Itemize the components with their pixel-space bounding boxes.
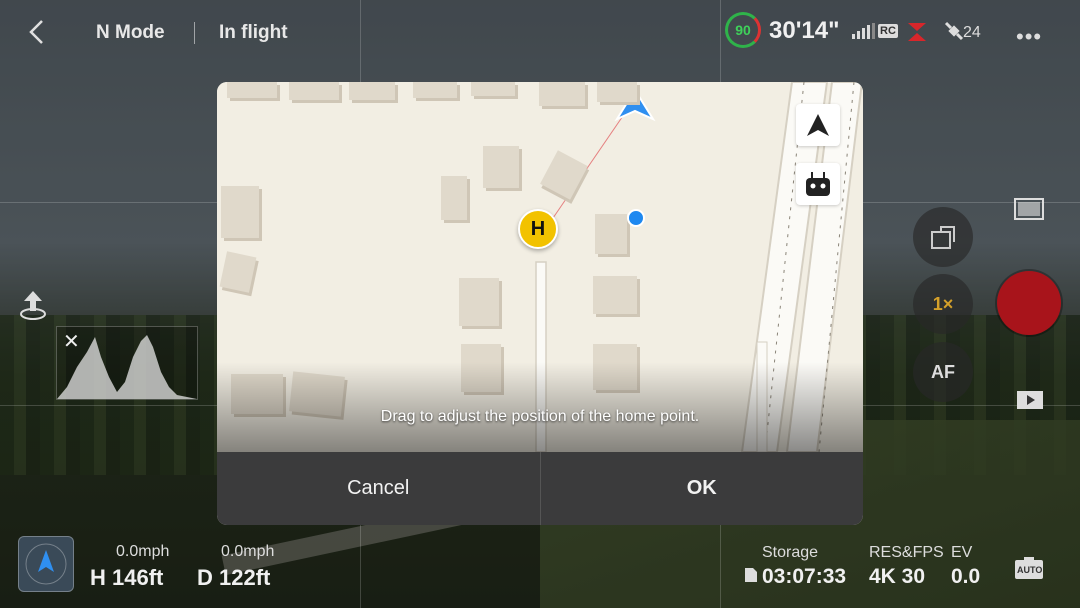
top-status-bar: N Mode In flight 90 30'14" RC 24 ••• <box>0 0 1080 64</box>
zoom-level: 1× <box>932 293 954 314</box>
remaining-flight-time: 30'14" <box>769 17 840 44</box>
building <box>349 82 395 100</box>
building <box>441 176 467 220</box>
building <box>595 214 627 254</box>
record-shutter-button[interactable] <box>997 271 1061 335</box>
playback-icon[interactable] <box>1016 390 1044 410</box>
battery-percent: 90 <box>735 22 751 38</box>
aircraft-heading-icon <box>25 543 67 585</box>
ok-button[interactable]: OK <box>539 452 864 525</box>
home-point-map[interactable]: H Drag to adjust the position of the hom… <box>217 82 863 452</box>
home-point-hint: Drag to adjust the position of the home … <box>380 408 700 425</box>
gimbal-icon <box>931 226 955 249</box>
signal-bars-icon <box>852 22 875 39</box>
more-options-icon[interactable]: ••• <box>1016 24 1042 50</box>
altitude-readout: H 146ft <box>90 565 164 590</box>
flight-mode-label[interactable]: N Mode <box>96 22 165 44</box>
remote-controller-icon <box>806 172 830 196</box>
ev-label: EV <box>951 544 973 561</box>
storage-value: 03:07:33 <box>762 565 847 588</box>
flight-status-label[interactable]: In flight <box>219 22 288 44</box>
building <box>471 82 515 96</box>
histogram-graph <box>57 335 197 399</box>
gimbal-reset-button[interactable] <box>913 207 973 267</box>
building <box>227 82 277 98</box>
hint-shade <box>217 362 863 452</box>
rc-signal[interactable]: RC <box>852 22 898 40</box>
building <box>289 82 339 100</box>
return-to-home-icon[interactable] <box>18 287 48 321</box>
user-location-dot <box>627 209 645 227</box>
zoom-button[interactable]: 1× <box>913 274 973 334</box>
distance-readout: D 122ft <box>197 565 271 590</box>
photo-video-mode-icon[interactable] <box>1014 198 1044 220</box>
building <box>221 186 259 238</box>
building <box>597 82 637 102</box>
focus-mode-button[interactable]: AF <box>913 342 973 402</box>
divider <box>194 22 195 44</box>
building <box>539 82 585 106</box>
back-arrow-icon[interactable] <box>26 18 46 46</box>
storage-label: Storage <box>762 544 819 561</box>
home-point-marker[interactable]: H <box>518 209 558 249</box>
obstacle-avoidance-icon[interactable] <box>906 20 928 44</box>
aircraft-locate-button[interactable] <box>796 104 840 146</box>
vertical-speed: 0.0mph <box>116 543 170 560</box>
mini-map[interactable] <box>18 536 74 592</box>
res-fps-label: RES&FPS <box>869 544 944 561</box>
focus-mode-label: AF <box>931 361 955 382</box>
satellite-count: 24 <box>963 24 981 41</box>
histogram-panel: ✕ <box>56 326 198 400</box>
cancel-button[interactable]: Cancel <box>217 452 540 525</box>
building <box>483 146 519 188</box>
remote-controller-locate-button[interactable] <box>796 163 840 205</box>
battery-indicator[interactable]: 90 <box>725 12 761 48</box>
res-fps-value: 4K 30 <box>869 565 926 588</box>
home-point-dialog: H Drag to adjust the position of the hom… <box>217 82 863 525</box>
dialog-actions: Cancel OK <box>217 452 863 525</box>
building <box>593 276 637 314</box>
aircraft-arrow-icon <box>807 114 829 136</box>
rc-label: RC <box>878 23 898 38</box>
sd-card-icon <box>745 568 757 582</box>
horizontal-speed: 0.0mph <box>221 543 275 560</box>
satellite-icon[interactable] <box>943 20 965 42</box>
camera-auto-label: AUTO <box>1017 565 1043 575</box>
ev-value: 0.0 <box>951 565 981 588</box>
building <box>413 82 457 98</box>
building <box>459 278 499 326</box>
